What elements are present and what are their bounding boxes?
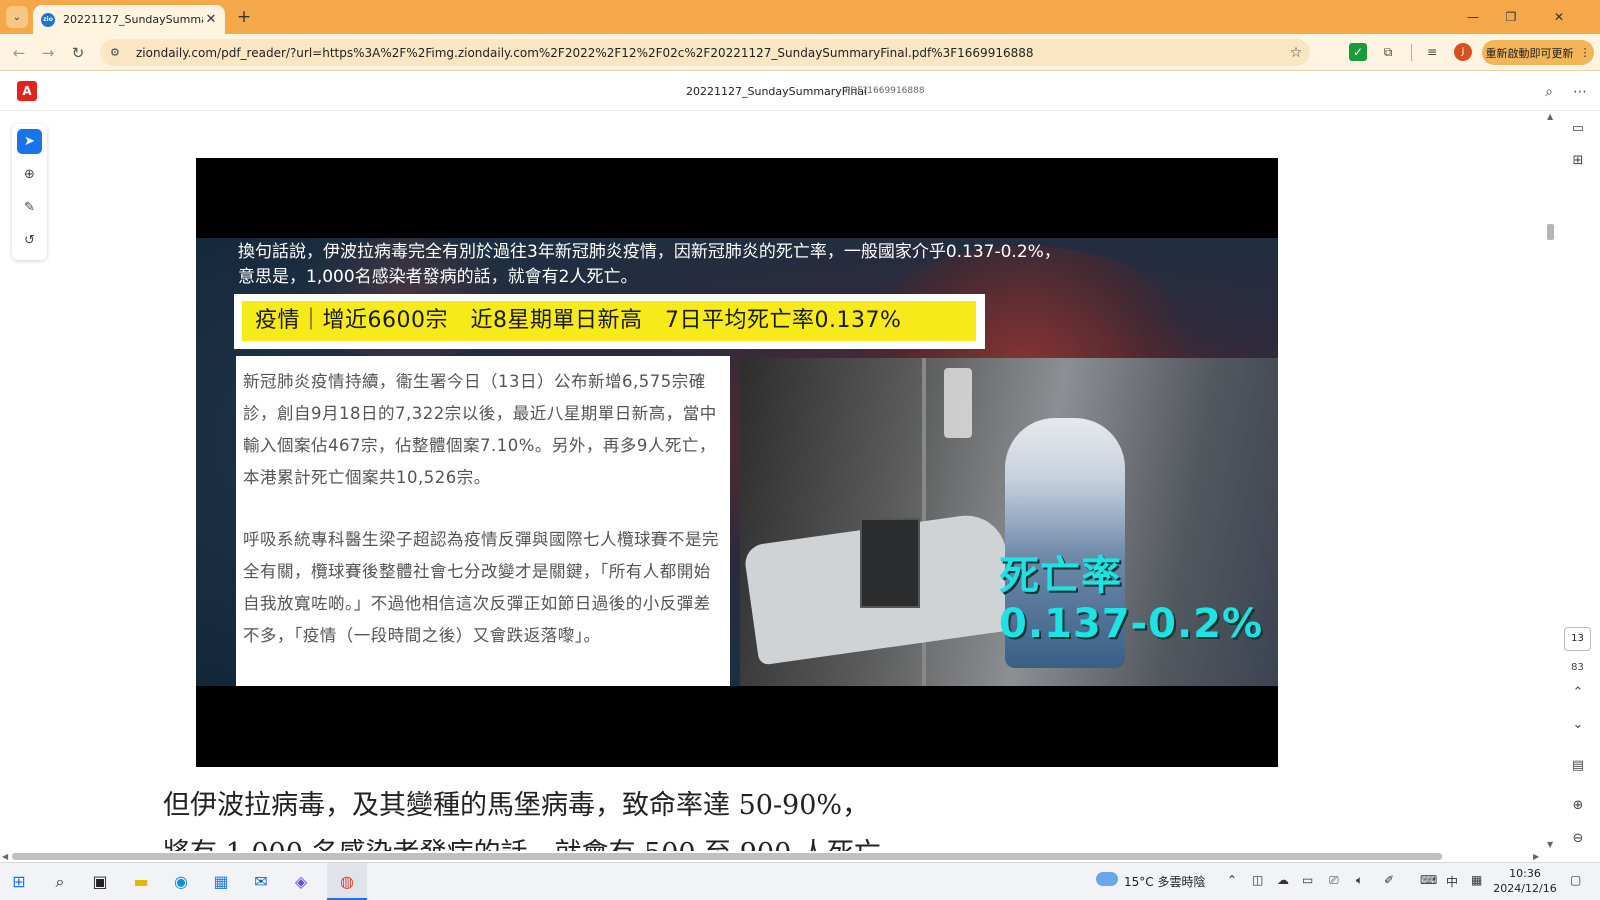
tab-title: 20221127_SundaySummaryF: [63, 13, 203, 26]
article-paragraph-2: 呼吸系統專科醫生梁子超認為疫情反彈與國際七人欖球賽不是完全有關，欖球賽後整體社會…: [243, 530, 719, 645]
tab-active[interactable]: zio 20221127_SundaySummaryF ✕: [33, 5, 225, 34]
back-icon[interactable]: ←: [8, 42, 30, 64]
url-text[interactable]: ziondaily.com/pdf_reader/?url=https%3A%2…: [136, 46, 1282, 60]
minimize-icon[interactable]: —: [1454, 7, 1492, 27]
thumbnails-grid-icon[interactable]: ⊞: [1568, 151, 1588, 171]
scroll-down-arrow-icon[interactable]: ▼: [1547, 840, 1553, 849]
annotation-toolbar: ➤ ⊕ ✎ ↺: [12, 124, 47, 260]
vertical-scrollbar[interactable]: ▲ ▼: [1545, 111, 1556, 851]
restore-icon[interactable]: ❐: [1492, 7, 1530, 27]
extension-check-icon[interactable]: ✓: [1349, 43, 1367, 61]
update-button[interactable]: 重新啟動即可更新 ⋮: [1482, 40, 1594, 65]
browser-toolbar: ← → ↻ ⚙ ziondaily.com/pdf_reader/?url=ht…: [0, 34, 1600, 71]
site-info-icon[interactable]: ⚙: [110, 46, 126, 59]
ziondaily-favicon-icon: zio: [41, 12, 55, 27]
slide-lead-line-2: 意思是，1,000名感染者發病的話，就會有2人死亡。: [238, 267, 638, 287]
iv-bag: [944, 368, 972, 438]
profile-avatar[interactable]: J: [1454, 43, 1472, 61]
vertical-scroll-thumb[interactable]: [1547, 224, 1554, 240]
drive-icon[interactable]: ▭: [1302, 873, 1313, 887]
body-paragraph-line-2: 將有 1,000 名感染者發病的話，就會有 500 至 900 人死亡。: [163, 831, 908, 851]
reload-icon[interactable]: ↻: [67, 42, 89, 64]
select-tool-icon[interactable]: ➤: [17, 129, 42, 154]
death-rate-overlay: 死亡率 0.137-0.2%: [999, 552, 1263, 648]
pen-icon[interactable]: ✐: [1384, 873, 1394, 887]
more-menu-icon: ⋮: [1579, 46, 1591, 59]
page-file-icon[interactable]: ▤: [1568, 756, 1588, 776]
comments-icon[interactable]: ▭: [1568, 119, 1588, 139]
body-paragraph-line-1: 但伊波拉病毒，及其變種的馬堡病毒，致命率達 50-90%，: [163, 790, 870, 821]
forward-icon[interactable]: →: [37, 42, 59, 64]
new-tab-icon[interactable]: +: [234, 7, 254, 27]
slide-lead-text: 換句話說，伊波拉病毒完全有別於過往3年新冠肺炎疫情，因新冠肺炎的死亡率，一般國家…: [238, 240, 1198, 290]
tab-strip: ⌄ zio 20221127_SundaySummaryF ✕ + — ❐ ✕: [0, 0, 1600, 34]
outlook-icon[interactable]: ✉: [248, 869, 274, 895]
notification-icon[interactable]: ▢: [1570, 873, 1581, 887]
ime-mode-icon[interactable]: ▦: [1471, 873, 1482, 887]
search-icon[interactable]: ⌕: [1539, 82, 1559, 102]
current-page-input[interactable]: 13: [1564, 627, 1591, 651]
tray-chevron-icon[interactable]: ⌃: [1227, 873, 1237, 887]
search-taskbar-icon[interactable]: ⌕: [47, 869, 73, 895]
horizontal-scroll-thumb[interactable]: [12, 853, 1442, 860]
clock-date: 2024/12/16: [1493, 882, 1557, 895]
acrobat-logo-icon: A: [17, 81, 37, 101]
zoom-out-icon[interactable]: ⊖: [1568, 829, 1588, 849]
pdf-subtitle: PDF?1669916888: [845, 86, 925, 96]
tab-search-icon[interactable]: ⌄: [6, 6, 28, 28]
death-rate-label: 死亡率: [999, 553, 1122, 599]
media-control-icon[interactable]: ≡: [1423, 43, 1441, 61]
draw-tool-icon[interactable]: ✎: [17, 195, 42, 220]
meet-icon[interactable]: ◫: [1252, 873, 1263, 887]
zoom-in-icon[interactable]: ⊕: [1568, 796, 1588, 816]
volume-icon[interactable]: 🔈︎: [1356, 873, 1363, 888]
slide-lead-line-1: 換句話說，伊波拉病毒完全有別於過往3年新冠肺炎疫情，因新冠肺炎的死亡率，一般國家…: [238, 242, 1061, 262]
news-article: 新冠肺炎疫情持續，衞生署今日（13日）公布新增6,575宗確診，創自9月18日的…: [236, 356, 730, 686]
news-headline-box: 疫情｜增近6600宗 近8星期單日新高 7日平均死亡率0.137%: [234, 294, 985, 349]
edge-browser-icon[interactable]: ◉: [168, 869, 194, 895]
address-bar[interactable]: ⚙ ziondaily.com/pdf_reader/?url=https%3A…: [100, 39, 1310, 66]
clock-time: 10:36: [1509, 867, 1541, 880]
file-explorer-icon[interactable]: ▬: [128, 869, 154, 895]
toolbar-divider: [1411, 44, 1412, 61]
windows-taskbar: ⊞ ⌕ ▣ ▬ ◉ ▦ ✉ ◈ ◍ 15°C 多雲時陰 ⌃ ◫ ☁ ▭ ⎚ 🔈︎…: [0, 862, 1600, 900]
onedrive-cloud-icon[interactable]: ☁: [1277, 873, 1289, 887]
bookmark-star-icon[interactable]: ☆: [1282, 45, 1310, 61]
news-headline: 疫情｜增近6600宗 近8星期單日新高 7日平均死亡率0.137%: [242, 301, 976, 341]
next-page-icon[interactable]: ⌄: [1568, 715, 1588, 735]
ime-indicator[interactable]: 中: [1446, 873, 1458, 890]
more-options-icon[interactable]: ⋯: [1570, 82, 1590, 102]
article-paragraph-1: 新冠肺炎疫情持續，衞生署今日（13日）公布新增6,575宗確診，創自9月18日的…: [243, 372, 717, 487]
chrome-taskbar-active[interactable]: ◍: [327, 863, 367, 900]
horizontal-scrollbar[interactable]: ◀ ▶: [0, 851, 1545, 862]
previous-page-icon[interactable]: ⌃: [1568, 683, 1588, 703]
network-icon[interactable]: ⎚: [1329, 873, 1339, 888]
weather-cloud-icon: [1096, 872, 1118, 886]
medical-monitor: [860, 518, 920, 608]
total-pages: 83: [1571, 662, 1584, 673]
weather-text[interactable]: 15°C 多雲時陰: [1124, 873, 1205, 890]
pdf-viewer-header: A 20221127_SundaySummaryFinal PDF?166991…: [0, 71, 1600, 111]
lasso-tool-icon[interactable]: ↺: [17, 228, 42, 253]
tab-close-icon[interactable]: ✕: [203, 12, 219, 27]
slide-image: 換句話說，伊波拉病毒完全有別於過往3年新冠肺炎疫情，因新冠肺炎的死亡率，一般國家…: [196, 158, 1278, 767]
system-clock[interactable]: 10:36 2024/12/16: [1490, 866, 1560, 896]
microsoft-store-icon[interactable]: ▦: [208, 869, 234, 895]
comment-tool-icon[interactable]: ⊕: [17, 162, 42, 187]
pdf-title: 20221127_SundaySummaryFinal: [686, 85, 868, 98]
windows-start-icon[interactable]: ⊞: [6, 869, 32, 895]
scroll-right-arrow-icon[interactable]: ▶: [1533, 852, 1539, 861]
scroll-left-arrow-icon[interactable]: ◀: [2, 852, 8, 861]
death-rate-value: 0.137-0.2%: [999, 601, 1264, 647]
update-button-label: 重新啟動即可更新: [1485, 46, 1574, 60]
close-window-icon[interactable]: ✕: [1540, 7, 1578, 27]
keyboard-icon[interactable]: ⌨: [1420, 873, 1437, 887]
copilot-icon[interactable]: ◈: [288, 869, 314, 895]
chrome-icon: ◍: [340, 872, 354, 891]
task-view-icon[interactable]: ▣: [87, 869, 113, 895]
pdf-page: 換句話說，伊波拉病毒完全有別於過往3年新冠肺炎疫情，因新冠肺炎的死亡率，一般國家…: [55, 111, 1545, 851]
scroll-up-arrow-icon[interactable]: ▲: [1547, 112, 1553, 121]
right-sidebar: ▭ ⊞ 13 83 ⌃ ⌄ ▤ ⊕ ⊖: [1556, 111, 1600, 851]
extensions-puzzle-icon[interactable]: ⧉: [1379, 43, 1397, 61]
